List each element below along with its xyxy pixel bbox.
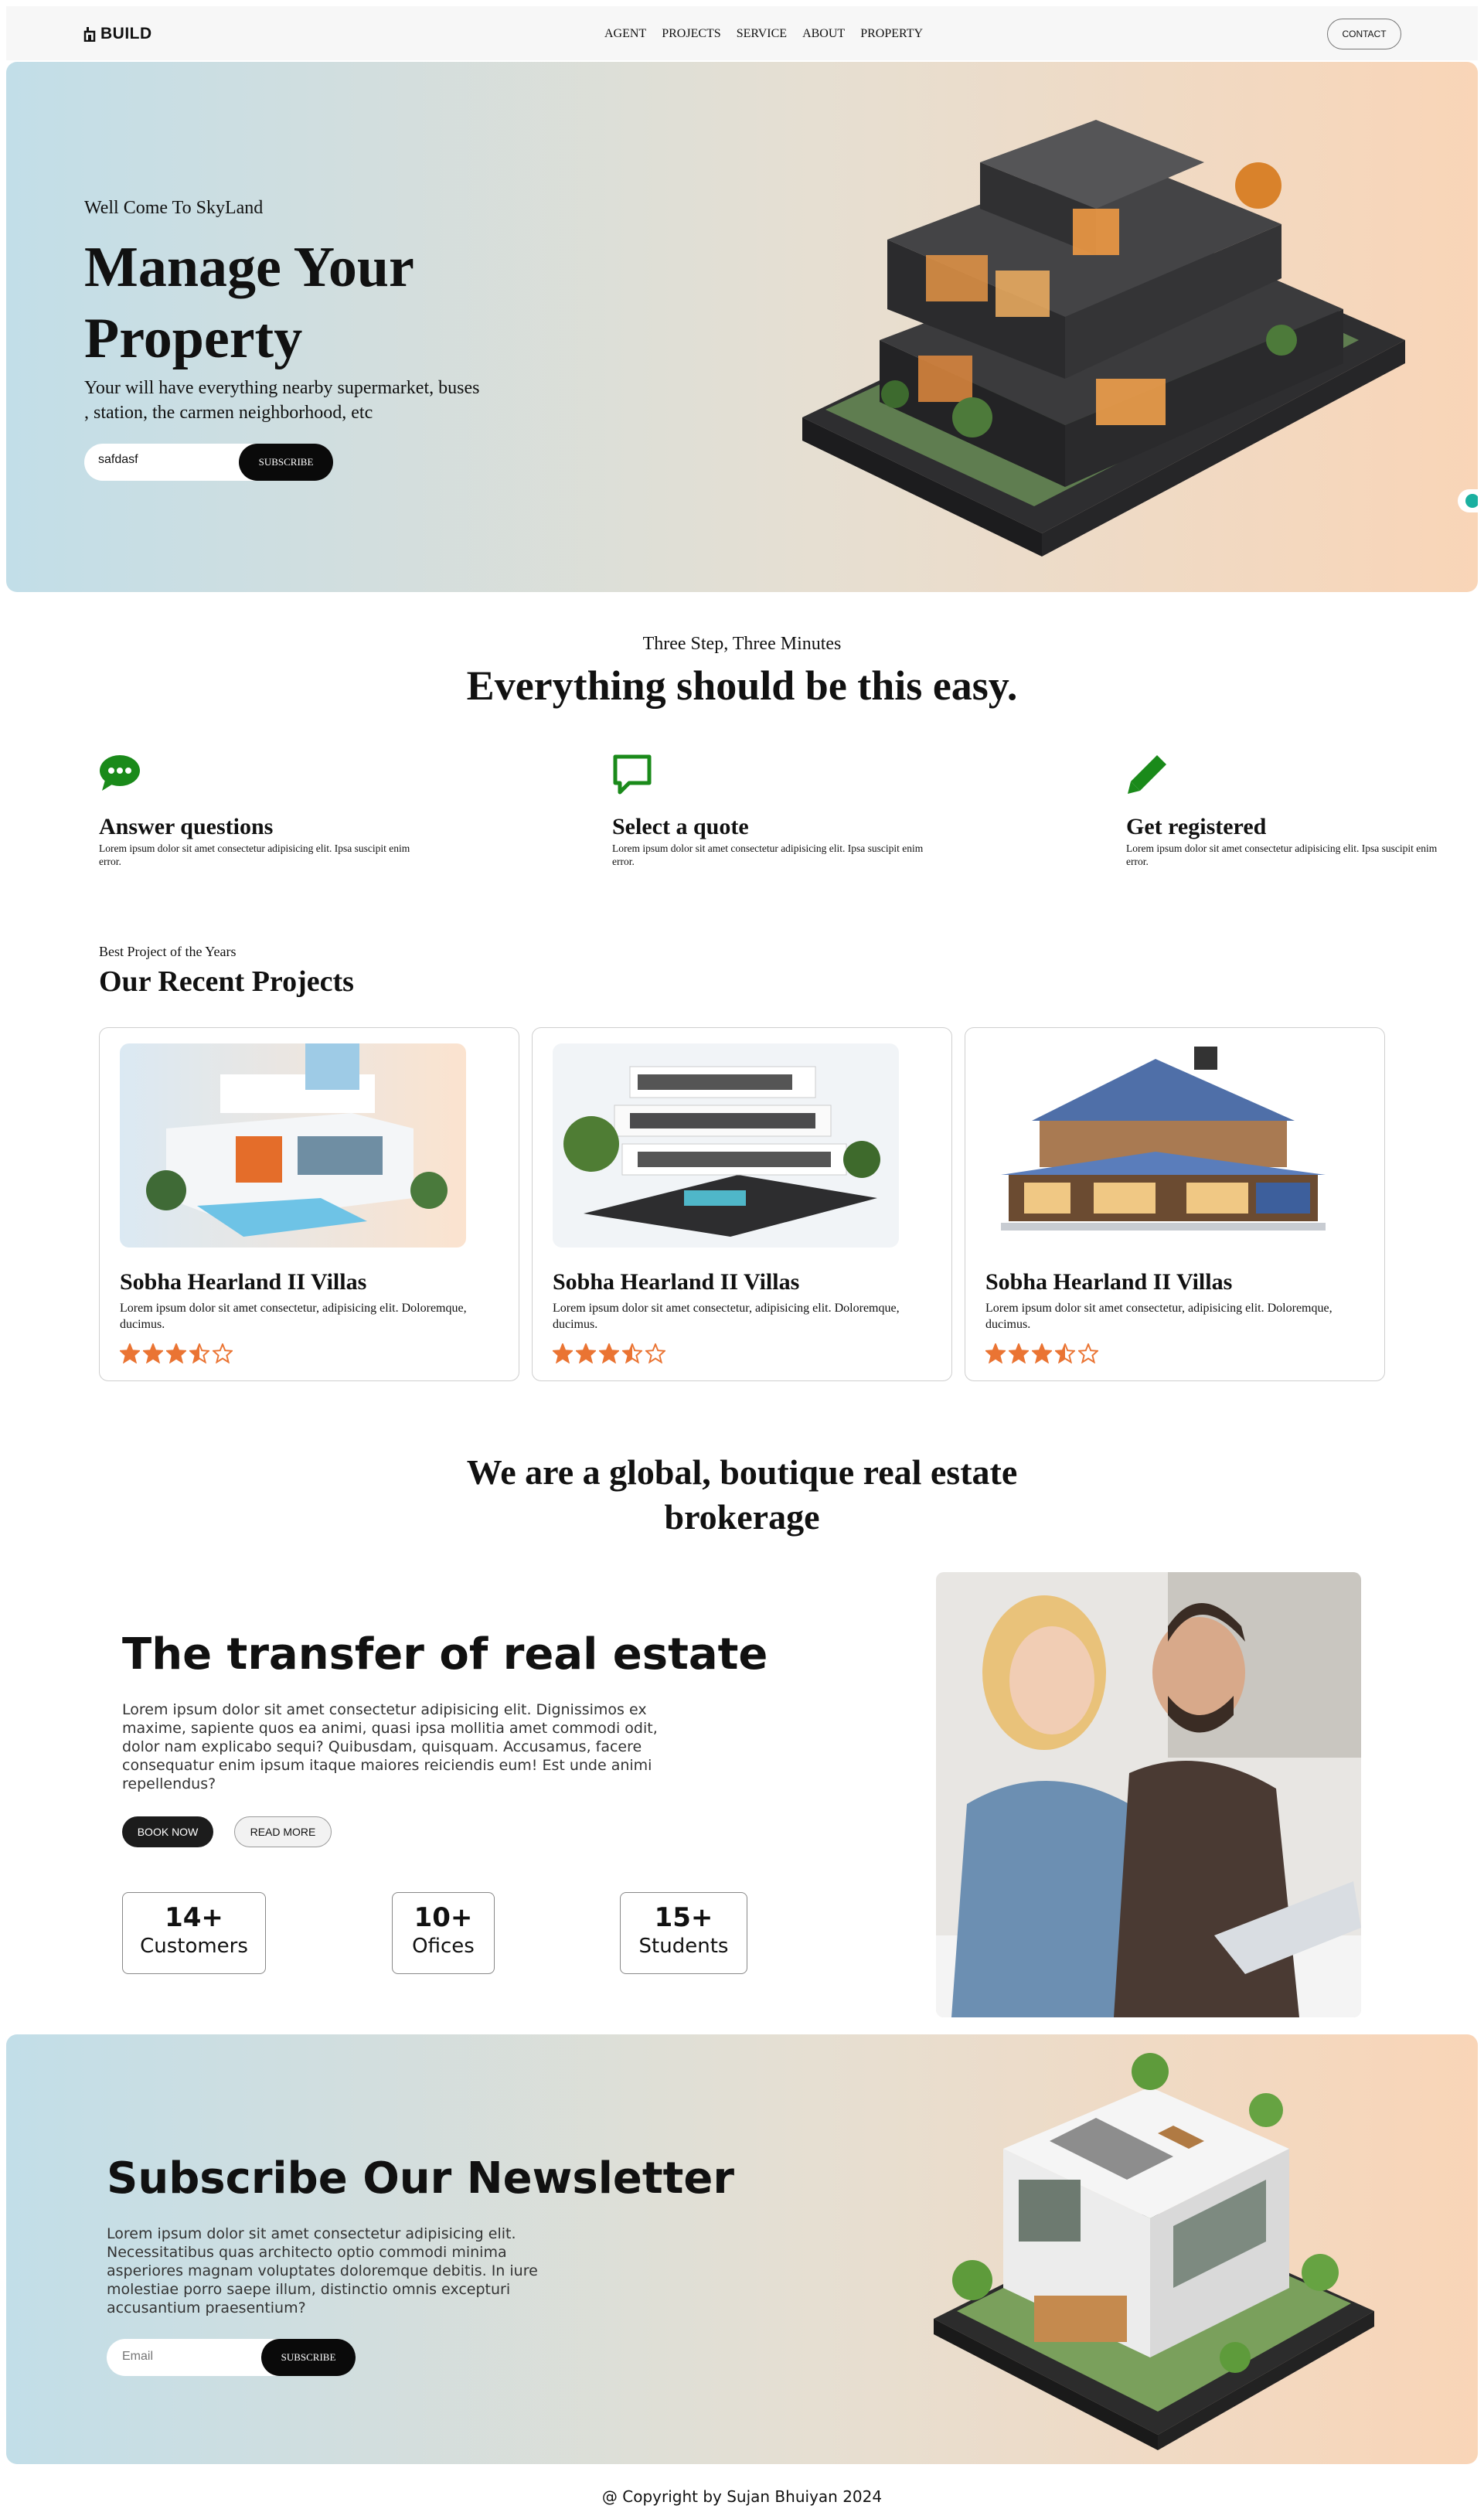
project-image	[553, 1043, 899, 1248]
projects-subtitle: Best Project of the Years	[99, 944, 237, 959]
step-select-quote: Select a quote Lorem ipsum dolor sit ame…	[612, 754, 945, 868]
hero-subscribe-form: SUBSCRIBE	[84, 444, 333, 481]
stat-students: 15+ Students	[620, 1892, 747, 1974]
project-card[interactable]: Sobha Hearland II Villas Lorem ipsum dol…	[532, 1027, 952, 1381]
newsletter-email-input[interactable]	[122, 2350, 246, 2364]
star-filled-icon	[985, 1343, 1006, 1363]
project-description: Lorem ipsum dolor sit amet consectetur, …	[120, 1302, 467, 1331]
rating-stars	[985, 1343, 1098, 1363]
project-title: Sobha Hearland II Villas	[985, 1269, 1233, 1295]
message-square-icon	[613, 754, 652, 795]
project-image	[120, 1043, 466, 1248]
stat-number: 10+	[414, 1902, 473, 1933]
hero-title: Manage Your Property	[84, 236, 414, 370]
project-description: Lorem ipsum dolor sit amet consectetur, …	[553, 1302, 900, 1331]
steps-subtitle: Three Step, Three Minutes	[642, 634, 842, 654]
hero-house-image	[802, 120, 1405, 557]
nav-link-agent[interactable]: AGENT	[604, 27, 646, 41]
project-description: Lorem ipsum dolor sit amet consectetur, …	[985, 1302, 1333, 1331]
nav-link-about[interactable]: ABOUT	[802, 27, 845, 41]
step-answer-questions: Answer questions Lorem ipsum dolor sit a…	[99, 754, 431, 868]
contact-button[interactable]: CONTACT	[1327, 19, 1401, 49]
star-filled-icon	[166, 1343, 186, 1363]
step-title: Answer questions	[99, 814, 274, 839]
star-half-icon	[1055, 1343, 1075, 1363]
top-navbar: BUILD AGENT PROJECTS SERVICE ABOUT PROPE…	[6, 6, 1478, 60]
star-filled-icon	[143, 1343, 163, 1363]
star-empty-icon	[213, 1343, 233, 1363]
stat-number: 14+	[165, 1902, 223, 1933]
pencil-icon	[1128, 755, 1166, 794]
star-empty-icon	[645, 1343, 665, 1363]
read-more-button[interactable]: READ MORE	[234, 1816, 332, 1847]
project-card[interactable]: Sobha Hearland II Villas Lorem ipsum dol…	[965, 1027, 1385, 1381]
about-text: Lorem ipsum dolor sit amet consectetur a…	[122, 1701, 658, 1792]
nav-link-projects[interactable]: PROJECTS	[662, 27, 720, 41]
logo-text: BUILD	[100, 25, 152, 43]
hero-subtitle: Well Come To SkyLand	[84, 198, 264, 218]
stat-label: Ofices	[412, 1935, 475, 1958]
star-half-icon	[189, 1343, 209, 1363]
newsletter-subscribe-button[interactable]: SUBSCRIBE	[261, 2339, 356, 2376]
projects-title: Our Recent Projects	[99, 965, 354, 998]
newsletter-title: Subscribe Our Newsletter	[107, 2153, 734, 2204]
star-filled-icon	[576, 1343, 596, 1363]
step-text: Lorem ipsum dolor sit amet consectetur a…	[1126, 843, 1438, 867]
nav-links: AGENT PROJECTS SERVICE ABOUT PROPERTY	[604, 27, 923, 41]
project-card[interactable]: Sobha Hearland II Villas Lorem ipsum dol…	[99, 1027, 519, 1381]
hero-description: Your will have everything nearby superma…	[84, 378, 480, 423]
step-get-registered: Get registered Lorem ipsum dolor sit ame…	[1126, 754, 1458, 868]
step-text: Lorem ipsum dolor sit amet consectetur a…	[612, 843, 924, 867]
agents-photo	[936, 1572, 1361, 2017]
star-filled-icon	[553, 1343, 573, 1363]
star-filled-icon	[120, 1343, 140, 1363]
stat-label: Customers	[140, 1935, 248, 1958]
star-filled-icon	[1032, 1343, 1052, 1363]
newsletter-text: Lorem ipsum dolor sit amet consectetur a…	[107, 2225, 538, 2316]
project-title: Sobha Hearland II Villas	[120, 1269, 367, 1295]
project-image	[985, 1043, 1332, 1248]
hero-section: Well Come To SkyLand Manage Your Propert…	[6, 62, 1478, 592]
newsletter-form: SUBSCRIBE	[107, 2339, 356, 2376]
stat-customers: 14+ Customers	[122, 1892, 266, 1974]
star-filled-icon	[1009, 1343, 1029, 1363]
star-empty-icon	[1078, 1343, 1098, 1363]
bot-icon	[1465, 494, 1478, 508]
hero-email-input[interactable]	[98, 453, 222, 467]
star-filled-icon	[599, 1343, 619, 1363]
star-half-icon	[622, 1343, 642, 1363]
chat-widget-button[interactable]	[1458, 489, 1478, 512]
hero-subscribe-button[interactable]: SUBSCRIBE	[239, 444, 333, 481]
rating-stars	[553, 1343, 665, 1363]
newsletter-section: Subscribe Our Newsletter Lorem ipsum dol…	[6, 2034, 1478, 2464]
steps-title: Everything should be this easy.	[466, 662, 1018, 709]
newsletter-house-image	[934, 2053, 1374, 2450]
stat-offices: 10+ Ofices	[392, 1892, 495, 1974]
nav-link-service[interactable]: SERVICE	[737, 27, 787, 41]
logo[interactable]: BUILD	[83, 25, 152, 43]
nav-link-property[interactable]: PROPERTY	[860, 27, 923, 41]
about-title: The transfer of real estate	[122, 1629, 768, 1680]
project-title: Sobha Hearland II Villas	[553, 1269, 800, 1295]
about-heading: We are a global, boutique real estate br…	[466, 1452, 1018, 1537]
footer-copyright: @ Copyright by Sujan Bhuiyan 2024	[601, 2487, 883, 2506]
stat-label: Students	[638, 1935, 729, 1958]
step-title: Select a quote	[612, 814, 749, 839]
step-text: Lorem ipsum dolor sit amet consectetur a…	[99, 843, 410, 867]
logo-icon	[83, 26, 96, 42]
rating-stars	[120, 1343, 233, 1363]
book-now-button[interactable]: BOOK NOW	[122, 1816, 213, 1847]
chat-bubble-icon	[100, 755, 140, 791]
stat-number: 15+	[654, 1902, 713, 1933]
step-title: Get registered	[1126, 814, 1267, 839]
